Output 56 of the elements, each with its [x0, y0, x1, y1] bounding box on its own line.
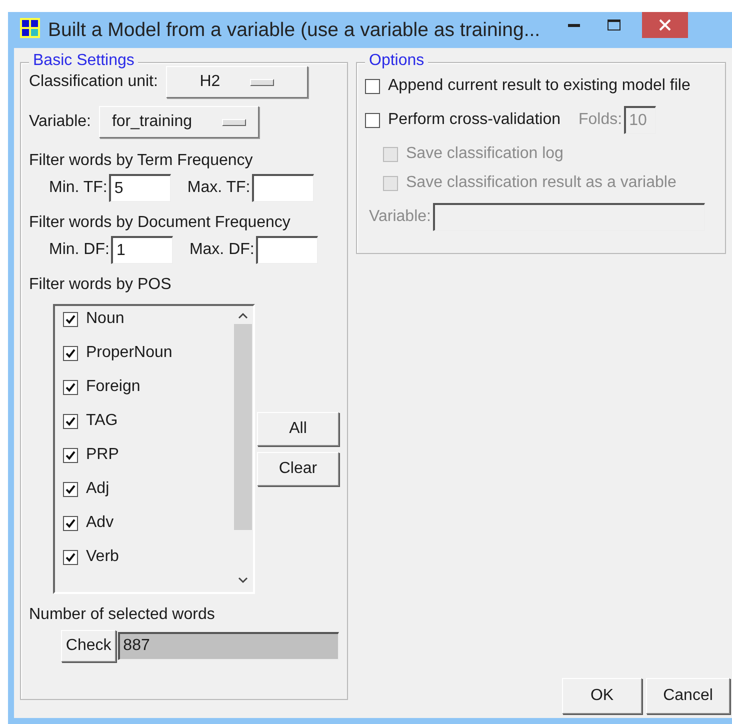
scroll-up-icon[interactable] — [238, 312, 248, 320]
select-button[interactable]: Clear — [257, 452, 339, 486]
checkbox[interactable] — [63, 380, 78, 394]
section-heading: Filter words by Term Frequency — [29, 152, 254, 170]
cancel-button[interactable]: Cancel — [646, 678, 730, 714]
input-field[interactable]: 5 — [109, 174, 172, 202]
ok-button[interactable]: OK — [562, 678, 642, 714]
checkbox-label: Adv — [86, 514, 114, 532]
field-label: Max. TF: — [187, 179, 250, 197]
combo-label: Variable: — [29, 113, 91, 131]
combo-label: Classification unit: — [29, 73, 158, 91]
input-field[interactable] — [256, 236, 318, 264]
checkbox-label: TAG — [86, 412, 118, 430]
checkbox[interactable] — [365, 112, 380, 128]
field-label: Folds: — [578, 111, 622, 129]
check-button[interactable]: Check — [61, 630, 116, 662]
menu-indicator-icon — [250, 78, 274, 86]
close-icon — [659, 19, 672, 31]
close-button[interactable] — [642, 12, 688, 38]
count-value: 887 — [118, 632, 339, 660]
checkbox-label: Perform cross-validation — [388, 111, 560, 129]
checkbox-label: Adj — [86, 480, 110, 498]
checkbox-label: Foreign — [86, 378, 140, 396]
checkbox-label: ProperNoun — [86, 344, 172, 362]
checkbox-label: Append current result to existing model file — [388, 77, 690, 95]
option-menu[interactable]: for_training — [98, 106, 259, 138]
group-title: Basic Settings — [29, 52, 138, 70]
count-label: Number of selected words — [29, 606, 216, 624]
scroll-down-icon[interactable] — [238, 576, 248, 584]
checkbox-label: Save classification result as a variable — [406, 174, 676, 192]
checkbox[interactable] — [365, 78, 380, 94]
menu-indicator-icon — [222, 118, 246, 126]
checkbox-label: Save classification log — [406, 145, 564, 163]
field-label: Min. DF: — [49, 241, 110, 259]
field-label: Variable: — [369, 208, 431, 226]
input-field[interactable] — [252, 174, 314, 202]
checkbox[interactable] — [63, 414, 78, 428]
checkbox[interactable] — [63, 346, 78, 360]
option-menu[interactable]: H2 — [166, 66, 308, 98]
checkbox-label: PRP — [86, 446, 119, 464]
scrollbar-thumb[interactable] — [234, 324, 252, 530]
field-label: Min. TF: — [49, 179, 108, 197]
checkbox-label: Verb — [86, 548, 119, 566]
field-label: Max. DF: — [189, 241, 254, 259]
section-heading: Filter words by POS — [29, 276, 172, 294]
checkbox[interactable] — [63, 550, 78, 564]
group-title: Options — [365, 52, 428, 70]
checkbox[interactable] — [63, 312, 78, 326]
checkbox[interactable] — [63, 482, 78, 496]
checkbox[interactable] — [63, 516, 78, 530]
section-heading: Filter words by Document Frequency — [29, 214, 292, 232]
checkbox-label: Noun — [86, 310, 124, 328]
window-title: Built a Model from a variable (use a variable as training... — [48, 18, 540, 42]
checkbox[interactable] — [63, 448, 78, 462]
select-button[interactable]: All — [257, 412, 339, 446]
input-field[interactable]: 1 — [111, 236, 174, 264]
